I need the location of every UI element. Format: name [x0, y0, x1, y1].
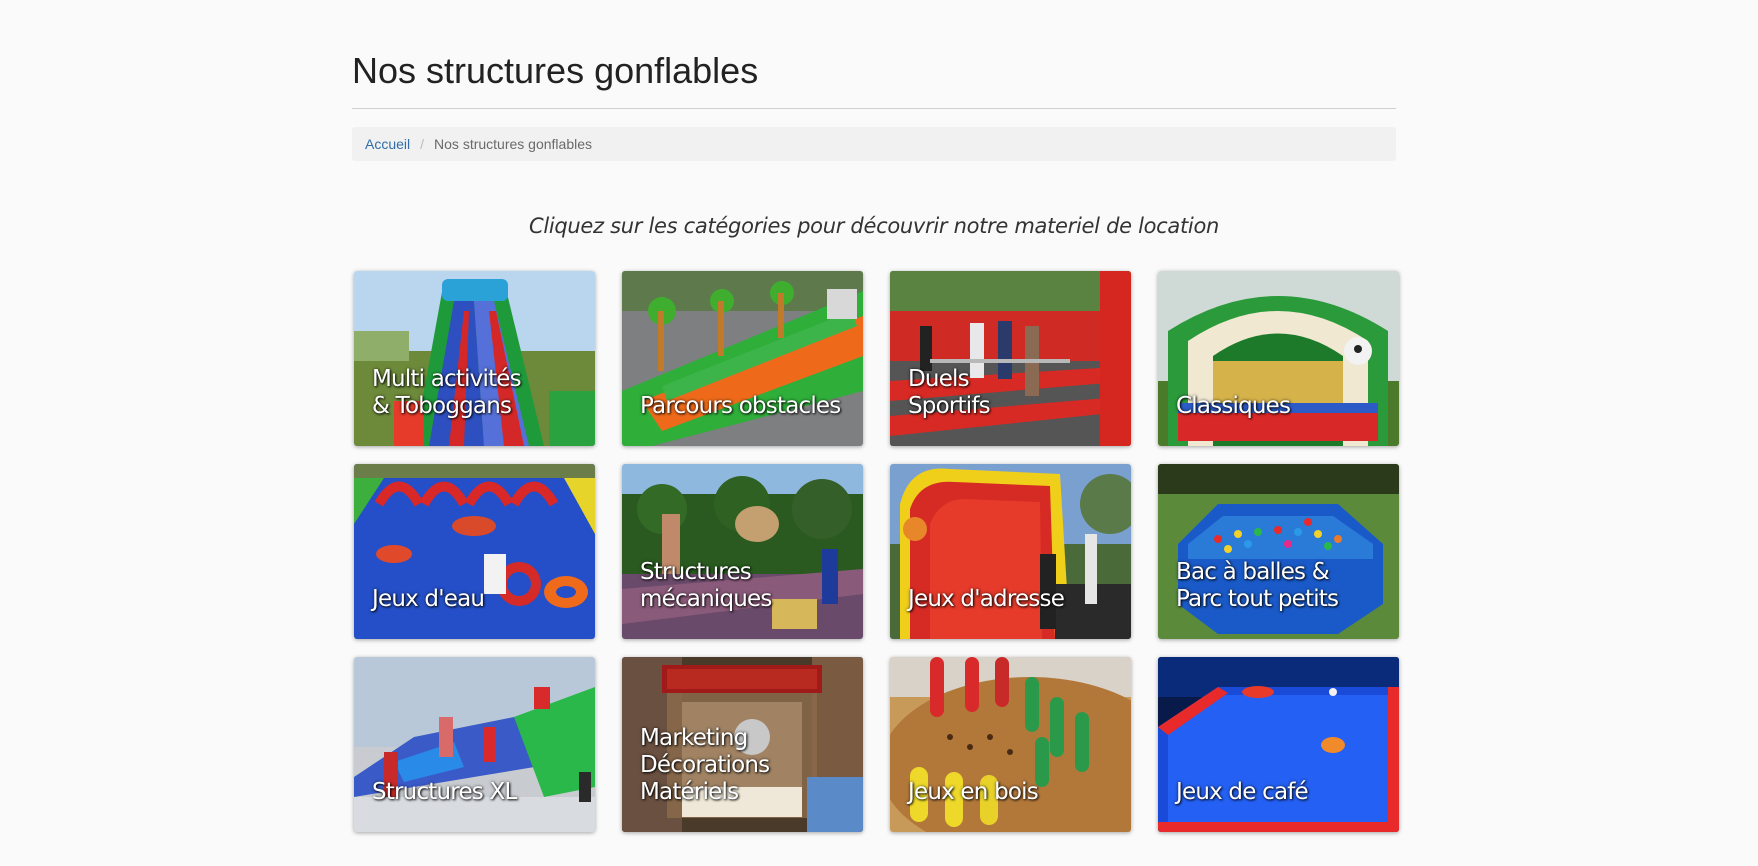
category-label: Structures XL	[372, 779, 517, 805]
category-label: Marketing Décorations Matériels	[640, 725, 770, 805]
category-tile-jeux-d-adresse[interactable]: Jeux d'adresse	[890, 464, 1131, 639]
category-label: Bac à balles & Parc tout petits	[1176, 559, 1339, 612]
category-tile-jeux-d-eau[interactable]: Jeux d'eau	[354, 464, 595, 639]
category-tile-parcours-obstacles[interactable]: Parcours obstacles	[622, 271, 863, 446]
category-label: Duels Sportifs	[908, 366, 991, 419]
category-tile-classiques[interactable]: Classiques	[1158, 271, 1399, 446]
title-divider	[352, 108, 1396, 109]
category-label: Jeux en bois	[908, 779, 1039, 805]
category-tile-marketing[interactable]: Marketing Décorations Matériels	[622, 657, 863, 832]
category-tile-jeux-de-cafe[interactable]: Jeux de café	[1158, 657, 1399, 832]
category-label: Structures mécaniques	[640, 559, 772, 612]
category-label: Parcours obstacles	[640, 393, 841, 419]
breadcrumb-home-link[interactable]: Accueil	[365, 136, 410, 152]
category-label: Multi activités & Toboggans	[372, 366, 522, 419]
breadcrumb: Accueil / Nos structures gonflables	[352, 127, 1396, 161]
category-tile-bac-a-balles[interactable]: Bac à balles & Parc tout petits	[1158, 464, 1399, 639]
category-tile-structures-mecaniques[interactable]: Structures mécaniques	[622, 464, 863, 639]
category-label: Jeux de café	[1176, 779, 1309, 805]
category-label: Jeux d'adresse	[908, 586, 1065, 612]
category-tile-jeux-en-bois[interactable]: Jeux en bois	[890, 657, 1131, 832]
category-grid: Multi activités & Toboggans Parcours obs…	[354, 271, 1400, 832]
intro-text: Cliquez sur les catégories pour découvri…	[528, 214, 1220, 238]
category-tile-multi-activites[interactable]: Multi activités & Toboggans	[354, 271, 595, 446]
category-tile-structures-xl[interactable]: Structures XL	[354, 657, 595, 832]
category-label: Classiques	[1176, 393, 1291, 419]
main-container: Nos structures gonflables Accueil / Nos …	[352, 0, 1399, 832]
page-title: Nos structures gonflables	[352, 50, 759, 91]
category-label: Jeux d'eau	[372, 586, 485, 612]
breadcrumb-current: Nos structures gonflables	[434, 136, 592, 152]
category-tile-duels-sportifs[interactable]: Duels Sportifs	[890, 271, 1131, 446]
breadcrumb-separator: /	[420, 136, 425, 152]
